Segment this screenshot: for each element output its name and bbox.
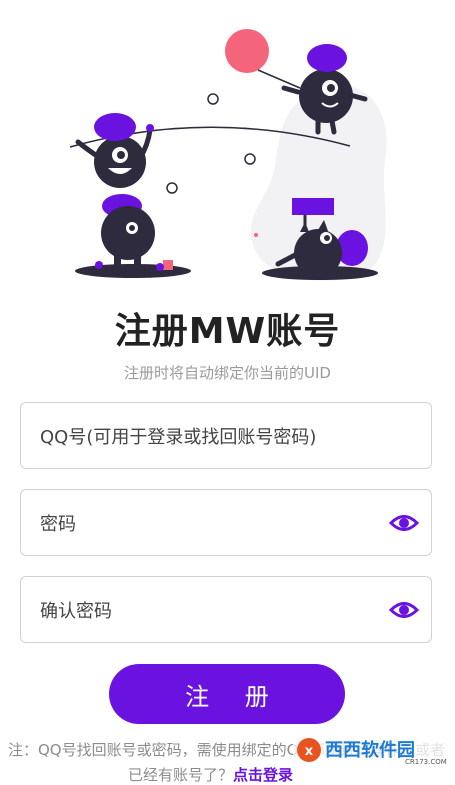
svg-text:西西软件园: 西西软件园 (325, 739, 415, 761)
deco-circle (207, 93, 219, 105)
page-title: 注册MW账号 (114, 311, 341, 352)
deco-circle (166, 182, 178, 194)
monster-left-bottom (95, 194, 173, 271)
svg-text:x: x (305, 744, 314, 759)
password-input-placeholder: 密码 (40, 513, 76, 535)
eye-icon[interactable] (389, 510, 419, 536)
balloon-string (257, 69, 301, 89)
svg-text:CR173.COM: CR173.COM (405, 758, 447, 766)
monster-left-top (75, 113, 154, 188)
deco-dot (254, 233, 258, 237)
confirm-password-placeholder: 确认密码 (40, 600, 112, 622)
confirm-password-input[interactable]: 确认密码 (20, 576, 432, 643)
ground-shadow-left (75, 264, 191, 278)
login-prompt-text: 已经有账号了？ (128, 766, 234, 784)
login-prompt: 已经有账号了？点击登录 (128, 764, 293, 785)
deco-circle (244, 153, 256, 165)
balloon (225, 29, 269, 73)
qq-input-placeholder: QQ号(可用于登录或找回账号密码) (40, 426, 317, 448)
page-subtitle: 注册时将自动绑定你当前的UID (124, 364, 331, 382)
eye-icon[interactable] (389, 597, 419, 623)
login-link[interactable]: 点击登录 (233, 766, 293, 784)
password-input[interactable]: 密码 (20, 489, 432, 556)
monsters-illustration (69, 29, 387, 281)
watermark-logo: x 西西软件园 CR173.COM (293, 736, 455, 766)
register-button[interactable]: 注 册 (109, 664, 345, 724)
qq-input[interactable]: QQ号(可用于登录或找回账号密码) (20, 402, 432, 469)
